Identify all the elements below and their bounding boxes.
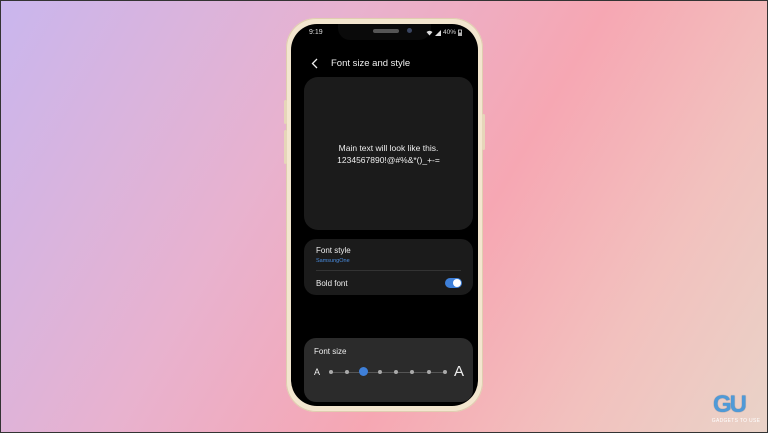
logo-text: GADGETS TO USE <box>711 418 761 424</box>
gadgets-to-use-logo: GU GADGETS TO USE <box>711 392 761 426</box>
font-size-step-dot[interactable] <box>377 370 382 374</box>
preview-text: Main text will look like this. <box>338 143 439 153</box>
font-size-large-indicator: A <box>454 363 465 380</box>
app-header: Font size and style <box>311 57 410 69</box>
page-title: Font size and style <box>331 57 411 69</box>
font-size-step-dot[interactable] <box>345 370 350 374</box>
font-size-step-dot[interactable] <box>410 370 415 374</box>
font-size-step-dot[interactable] <box>329 370 333 374</box>
font-preview-card: Main text will look like this. 123456789… <box>304 77 473 230</box>
phone-screen: 9:19 40% Font size and style Main text w… <box>291 24 478 406</box>
font-size-slider-thumb[interactable] <box>359 367 369 376</box>
speaker <box>373 29 399 33</box>
divider <box>316 270 461 271</box>
toggle-knob <box>453 279 461 287</box>
phone-frame: 9:19 40% Font size and style Main text w… <box>284 18 485 412</box>
camera-icon <box>407 28 412 33</box>
bold-font-label: Bold font <box>316 279 348 288</box>
battery-percent: 40% <box>442 29 456 36</box>
font-size-card: Font size A A <box>304 338 473 402</box>
font-style-value: SamsungOne <box>316 258 350 264</box>
font-style-label: Font style <box>316 246 351 255</box>
signal-icon <box>434 29 441 36</box>
font-style-row[interactable]: Font style SamsungOne <box>304 239 473 270</box>
preview-characters: 1234567890!@#%&*()_+-= <box>337 155 440 165</box>
status-time: 9:19 <box>309 29 323 36</box>
font-size-small-indicator: A <box>314 367 321 377</box>
volume-button <box>284 100 287 124</box>
font-size-label: Font size <box>314 347 347 356</box>
logo-mark: GU <box>713 391 747 418</box>
side-button <box>284 130 287 164</box>
power-button <box>482 114 485 150</box>
notch <box>338 24 431 40</box>
bold-font-toggle[interactable] <box>445 278 462 288</box>
battery-icon <box>458 29 462 36</box>
wifi-icon <box>426 30 433 35</box>
status-icons: 40% <box>426 29 462 36</box>
font-size-step-dot[interactable] <box>443 370 447 374</box>
font-size-step-dot[interactable] <box>394 370 399 374</box>
back-arrow-icon[interactable] <box>311 57 321 69</box>
font-size-step-dot[interactable] <box>426 370 431 374</box>
font-settings-card: Font style SamsungOne Bold font <box>304 239 473 295</box>
